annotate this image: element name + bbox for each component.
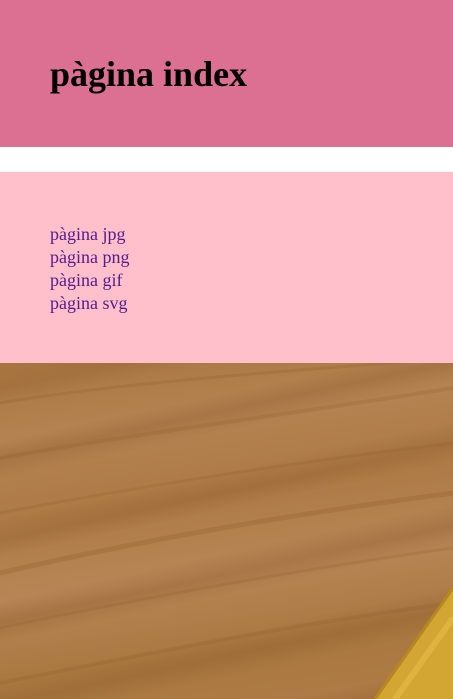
page: pàgina index pàgina jpg pàgina png pàgin…	[0, 0, 453, 699]
link-pagina-jpg[interactable]: pàgina jpg	[50, 224, 125, 244]
wood-photo	[0, 363, 453, 699]
nav-item-svg: pàgina svg	[50, 292, 129, 315]
nav-item-gif: pàgina gif	[50, 269, 129, 292]
wood-grain-drawing	[0, 363, 453, 699]
link-pagina-png[interactable]: pàgina png	[50, 247, 129, 267]
link-pagina-svg[interactable]: pàgina svg	[50, 293, 127, 313]
nav-item-png: pàgina png	[50, 246, 129, 269]
page-title: pàgina index	[50, 54, 248, 94]
nav-menu: pàgina jpg pàgina png pàgina gif pàgina …	[0, 172, 453, 363]
nav-item-jpg: pàgina jpg	[50, 223, 129, 246]
nav-list: pàgina jpg pàgina png pàgina gif pàgina …	[50, 223, 129, 315]
link-pagina-gif[interactable]: pàgina gif	[50, 270, 122, 290]
page-header: pàgina index	[0, 0, 453, 147]
